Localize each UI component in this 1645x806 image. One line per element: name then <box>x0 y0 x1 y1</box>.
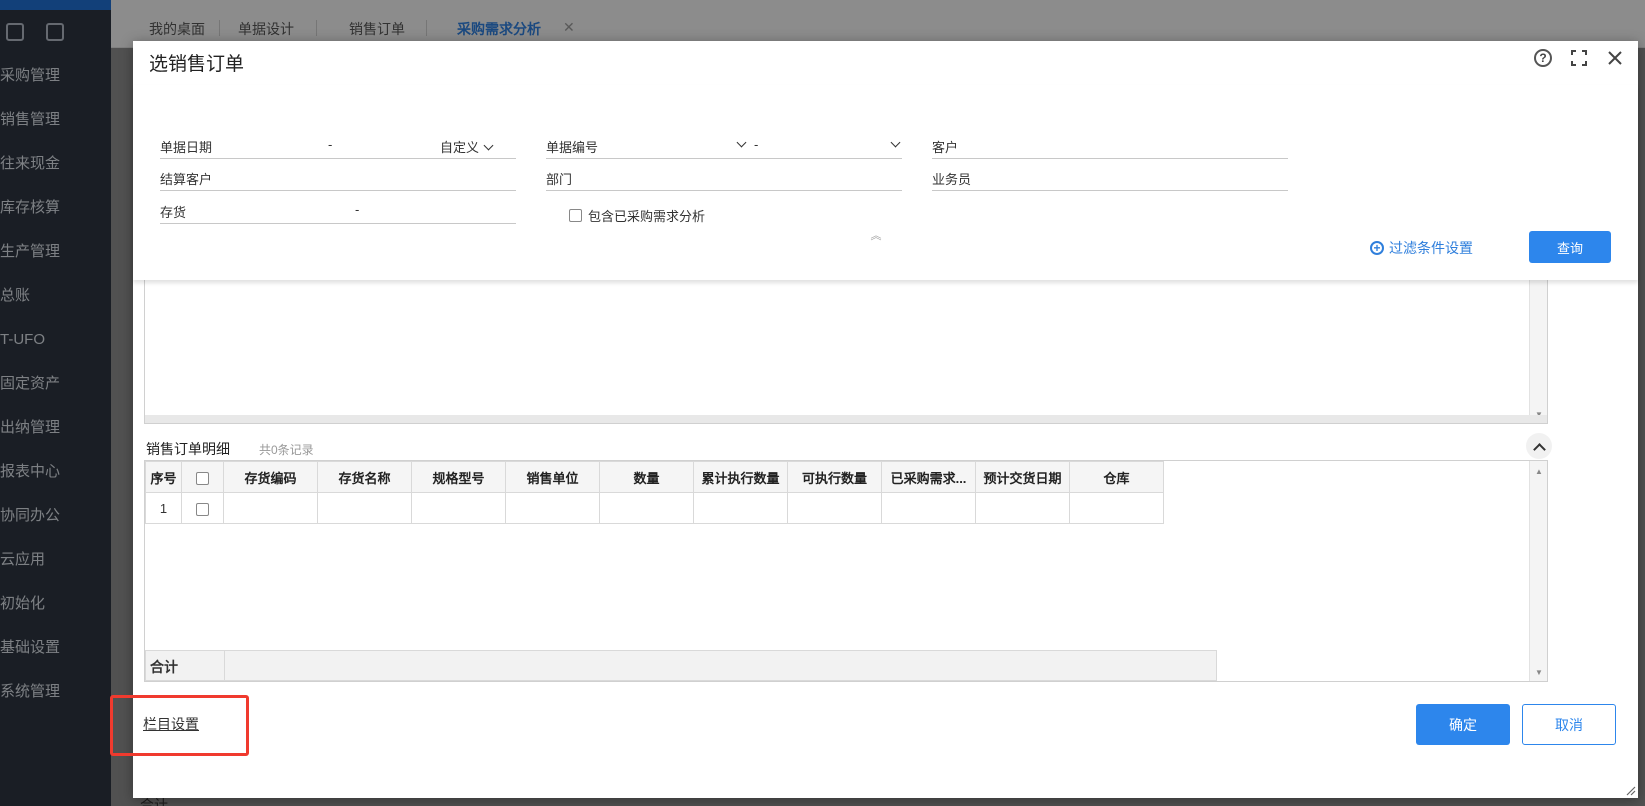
customer-label: 客户 <box>932 140 959 155</box>
column-header[interactable]: 规格型号 <box>411 461 506 493</box>
stock-field[interactable]: 存货 - <box>160 198 516 224</box>
date-field[interactable]: 单据日期 - 自定义 <box>160 133 516 159</box>
resize-grip-icon[interactable] <box>1624 784 1636 796</box>
record-count: 共0条记录 <box>259 443 314 457</box>
salesman-field[interactable]: 业务员 <box>932 165 1288 191</box>
help-icon[interactable]: ? <box>1532 47 1554 69</box>
column-header[interactable]: 存货名称 <box>317 461 412 493</box>
department-label: 部门 <box>546 172 573 187</box>
filter-panel: 单据日期 - 自定义 单据编号 - 客户 结算客户 部门 业务员 存货 - 包含 <box>133 85 1638 280</box>
settle-customer-label: 结算客户 <box>160 172 213 187</box>
detail-grid: 序号 存货编码 存货名称 规格型号 销售单位 数量 累计执行数量 可执行数量 已… <box>144 460 1548 682</box>
chevron-down-icon <box>483 140 494 151</box>
row-number: 1 <box>145 492 182 524</box>
table-cell[interactable] <box>693 492 788 524</box>
column-header[interactable]: 可执行数量 <box>787 461 882 493</box>
chevron-up-icon <box>1532 442 1546 456</box>
dialog-title: 选销售订单 <box>149 54 245 75</box>
table-row[interactable]: 1 <box>145 492 1164 524</box>
table-cell[interactable] <box>975 492 1070 524</box>
highlight-box <box>110 695 249 756</box>
column-header[interactable]: 销售单位 <box>505 461 600 493</box>
date-mode-value: 自定义 <box>440 140 480 155</box>
query-button[interactable]: 查询 <box>1529 231 1611 263</box>
chevron-down-icon[interactable] <box>732 137 747 152</box>
include-analyzed-checkbox[interactable]: 包含已采购需求分析 <box>569 206 705 225</box>
checkbox[interactable] <box>569 209 582 223</box>
column-header[interactable]: 累计执行数量 <box>693 461 788 493</box>
select-sales-order-dialog: 选销售订单 ? 单据日期 - 自定义 单据编号 - 客户 结算客户 部门 业务员… <box>110 41 1638 798</box>
doc-number-separator: - <box>754 137 759 152</box>
collapse-filter-icon[interactable]: ︽ <box>865 227 887 242</box>
detail-section-title: 销售订单明细 <box>146 441 230 457</box>
horizontal-scrollbar[interactable] <box>145 415 1547 423</box>
salesman-label: 业务员 <box>932 172 972 187</box>
vertical-scrollbar[interactable]: ▲▼ <box>1529 461 1547 681</box>
maximize-icon[interactable] <box>1568 47 1590 69</box>
date-separator: - <box>328 137 333 152</box>
total-row: 合计 <box>145 650 1217 681</box>
date-label: 单据日期 <box>160 140 213 155</box>
customer-field[interactable]: 客户 <box>932 133 1288 159</box>
column-header[interactable]: 存货编码 <box>223 461 318 493</box>
table-header-row: 序号 存货编码 存货名称 规格型号 销售单位 数量 累计执行数量 可执行数量 已… <box>145 461 1164 493</box>
table-cell[interactable] <box>881 492 976 524</box>
chevron-down-icon[interactable] <box>886 137 901 152</box>
stock-label: 存货 <box>160 205 187 220</box>
column-header[interactable]: 数量 <box>599 461 694 493</box>
collapse-detail-button[interactable] <box>1526 433 1552 459</box>
plus-circle-icon: + <box>1370 241 1384 255</box>
cancel-button[interactable]: 取消 <box>1522 704 1616 745</box>
ok-button[interactable]: 确定 <box>1416 704 1510 745</box>
stock-separator: - <box>355 202 360 217</box>
dialog-toolbar: ? <box>1532 47 1626 69</box>
column-header[interactable]: 仓库 <box>1069 461 1164 493</box>
close-icon[interactable] <box>1604 47 1626 69</box>
column-header[interactable]: 预计交货日期 <box>975 461 1070 493</box>
settle-customer-field[interactable]: 结算客户 <box>160 165 516 191</box>
column-header[interactable]: 已采购需求... <box>881 461 976 493</box>
doc-number-label: 单据编号 <box>546 140 599 155</box>
table-cell[interactable] <box>1069 492 1164 524</box>
table-cell[interactable] <box>411 492 506 524</box>
filter-settings-label: 过滤条件设置 <box>1389 240 1473 256</box>
table-cell[interactable] <box>787 492 882 524</box>
include-analyzed-label: 包含已采购需求分析 <box>588 209 706 224</box>
department-field[interactable]: 部门 <box>546 165 902 191</box>
detail-table: 序号 存货编码 存货名称 规格型号 销售单位 数量 累计执行数量 可执行数量 已… <box>145 461 1164 524</box>
table-cell[interactable] <box>223 492 318 524</box>
table-cell[interactable] <box>505 492 600 524</box>
column-header[interactable]: 序号 <box>145 461 182 493</box>
total-divider <box>224 651 225 680</box>
select-all-checkbox[interactable] <box>181 461 224 493</box>
date-mode-select[interactable]: 自定义 <box>440 137 494 156</box>
total-label: 合计 <box>150 659 178 675</box>
row-checkbox[interactable] <box>181 492 224 524</box>
doc-number-field[interactable]: 单据编号 - <box>546 133 902 159</box>
filter-settings-link[interactable]: + 过滤条件设置 <box>1370 238 1473 258</box>
table-cell[interactable] <box>317 492 412 524</box>
table-cell[interactable] <box>599 492 694 524</box>
